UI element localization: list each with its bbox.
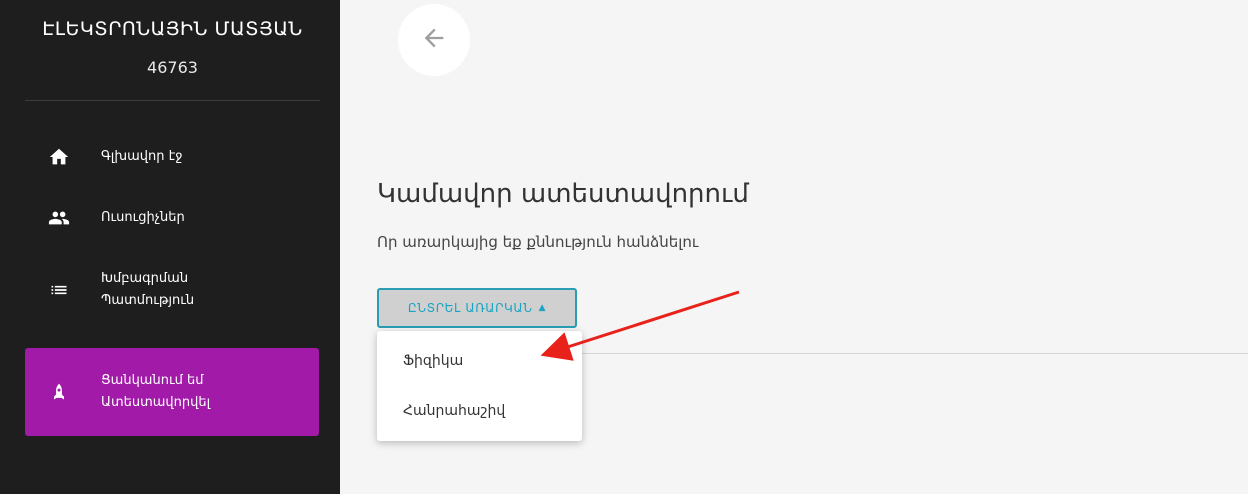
- sidebar-item-home[interactable]: Գլխավոր էջ: [25, 128, 319, 186]
- arrow-left-icon: [420, 24, 448, 56]
- select-subject-label: ԸՆՏՐԵԼ ԱՌԱՐԿԱՆ: [407, 301, 533, 315]
- sidebar-item-teachers[interactable]: Ուսուցիչներ: [25, 186, 319, 250]
- dropdown-option-algebra[interactable]: Հանրահաշիվ: [377, 386, 582, 436]
- page-subtitle: Որ առարկայից եք քննություն հանձնելու: [377, 233, 699, 251]
- select-subject-button[interactable]: ԸՆՏՐԵԼ ԱՌԱՐԿԱՆ ▲: [377, 288, 577, 328]
- sidebar-nav: Գլխավոր էջ Ուսուցիչներ Խմբագրման Պատմութ…: [25, 128, 319, 436]
- sidebar-item-label: Ցանկանում եմ Ատեստավորվել: [101, 373, 211, 410]
- dropdown-option-physics[interactable]: Ֆիզիկա: [377, 336, 582, 386]
- main-content: Կամավոր ատեստավորում Որ առարկայից եք քնն…: [340, 0, 1248, 494]
- caret-up-icon: ▲: [538, 303, 547, 313]
- sidebar-item-label: Խմբագրման Պատմություն: [101, 271, 195, 308]
- sidebar-item-label: Ուսուցիչներ: [101, 210, 185, 225]
- home-icon: [47, 145, 71, 169]
- user-id-number: 46763: [147, 58, 198, 77]
- rocket-icon: [47, 380, 71, 404]
- sidebar-item-attestation[interactable]: Ցանկանում եմ Ատեստավորվել: [25, 348, 319, 436]
- sidebar-header: ԷԼԵԿՏՐՈՆԱՅԻՆ ՄԱՏՅԱՆ 46763: [25, 0, 320, 101]
- people-icon: [47, 206, 71, 230]
- app-root: ԷԼԵԿՏՐՈՆԱՅԻՆ ՄԱՏՅԱՆ 46763 Գլխավոր էջ Ուս…: [0, 0, 1248, 494]
- subject-dropdown-menu: Ֆիզիկա Հանրահաշիվ: [377, 331, 582, 441]
- app-title: ԷԼԵԿՏՐՈՆԱՅԻՆ ՄԱՏՅԱՆ: [42, 18, 303, 40]
- list-icon: [47, 278, 71, 302]
- sidebar-item-label: Գլխավոր էջ: [101, 149, 183, 164]
- divider: [582, 353, 1248, 354]
- sidebar-item-edit-history[interactable]: Խմբագրման Պատմություն: [25, 250, 319, 330]
- back-button[interactable]: [398, 4, 470, 76]
- page-title: Կամավոր ատեստավորում: [377, 179, 749, 209]
- sidebar: ԷԼԵԿՏՐՈՆԱՅԻՆ ՄԱՏՅԱՆ 46763 Գլխավոր էջ Ուս…: [0, 0, 340, 494]
